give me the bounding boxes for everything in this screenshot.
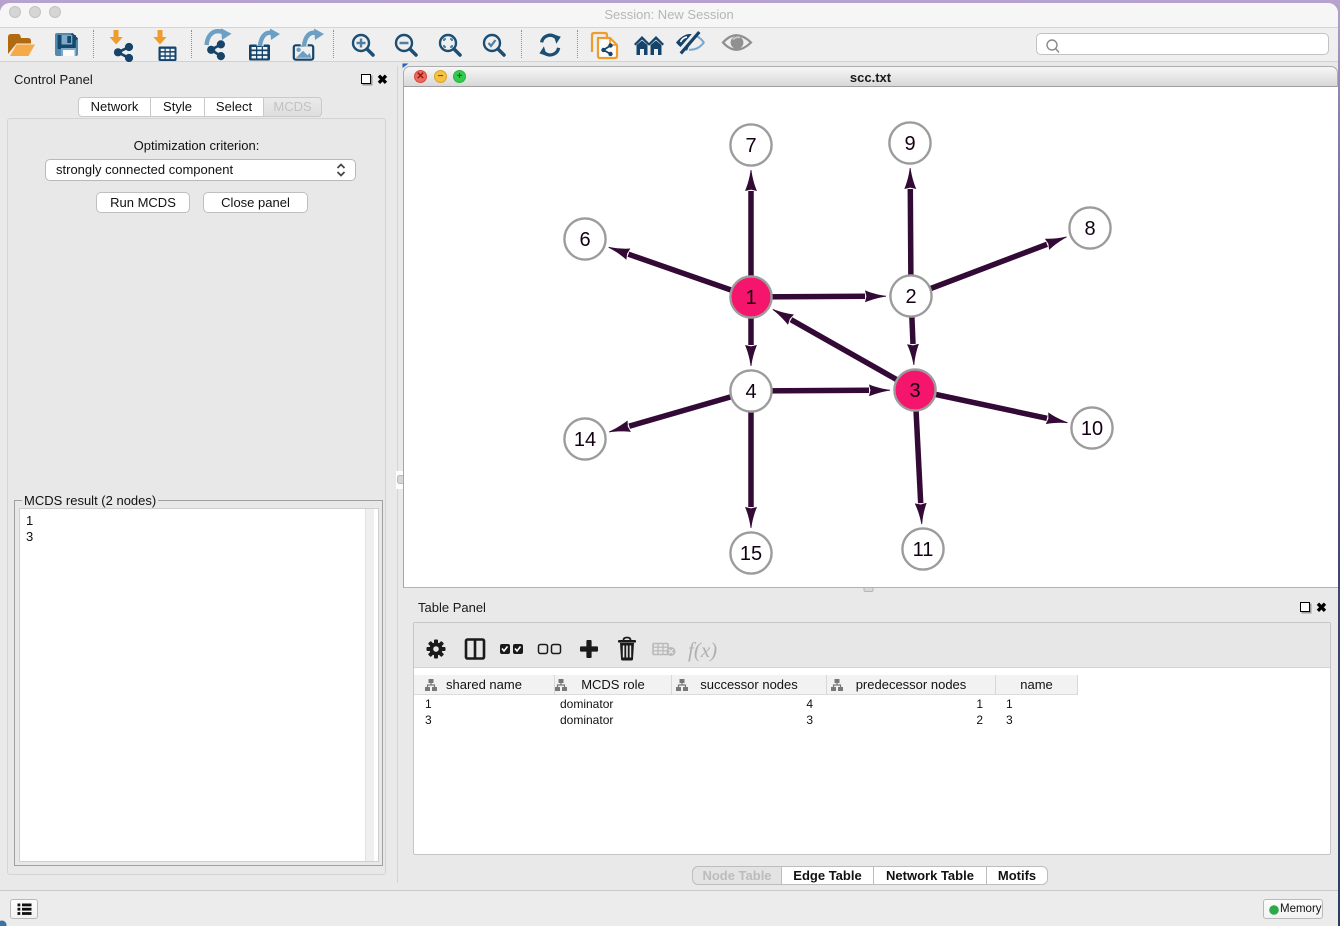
svg-text:1: 1	[745, 287, 756, 309]
svg-text:11: 11	[913, 539, 934, 561]
svg-text:3: 3	[909, 380, 920, 402]
svg-text:6: 6	[579, 229, 590, 251]
svg-text:4: 4	[745, 381, 756, 403]
svg-text:8: 8	[1084, 218, 1095, 240]
svg-text:7: 7	[745, 135, 756, 157]
svg-text:9: 9	[904, 133, 915, 155]
svg-text:2: 2	[905, 286, 916, 308]
svg-text:10: 10	[1081, 418, 1103, 440]
svg-text:f(x): f(x)	[688, 638, 717, 662]
svg-text:15: 15	[740, 543, 762, 565]
svg-text:14: 14	[574, 429, 596, 451]
